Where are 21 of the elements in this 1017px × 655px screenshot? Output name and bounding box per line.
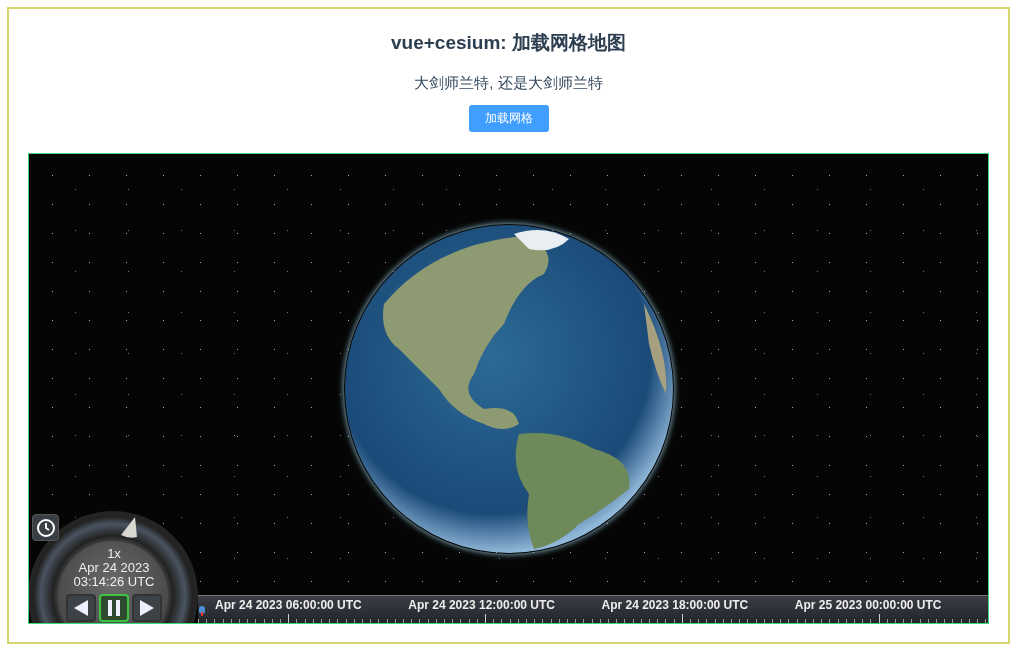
timeline-label: Apr 24 2023 12:00:00 UTC [408, 599, 556, 612]
reverse-button[interactable] [66, 594, 96, 622]
timeline-bar[interactable]: Apr 24 2023 06:00:00 UTC Apr 24 2023 12:00:00 UTC Apr 24 2023 18:00:00 UTC Apr 25 2023 00:00:00 UTC [198, 595, 988, 623]
date-text: Apr 24 2023 [77, 561, 151, 575]
timeline-label: Apr 24 2023 06:00:00 UTC [215, 599, 363, 612]
left-triangle-icon [74, 600, 88, 616]
timeline-label: Apr 24 2023 18:00:00 UTC [601, 599, 750, 612]
clock-button[interactable] [32, 514, 59, 541]
play-button[interactable] [132, 594, 162, 622]
speed-text: 1x [106, 547, 122, 561]
dial-needle-icon[interactable] [121, 517, 137, 539]
time-text: 03:14:26 UTC [72, 575, 156, 589]
page-title: vue+cesium: 加载网格地图 [391, 31, 626, 55]
pause-button[interactable] [99, 594, 129, 622]
page-subtitle: 大剑师兰特, 还是大剑师兰特 [414, 73, 603, 93]
time-marker-icon[interactable] [199, 606, 205, 616]
pause-icon [108, 600, 120, 616]
timeline-label: Apr 25 2023 00:00:00 UTC [794, 599, 943, 612]
clock-icon [35, 517, 56, 538]
map-viewer[interactable]: 1x Apr 24 2023 03:14:26 UTC Apr 24 2023 06:00:00 UTC Apr 24 2023 12:00:00 UTC Apr 24 2023 18:00:00 UTC Apr 25 2023 00:00:00 UTC [28, 153, 989, 624]
right-triangle-icon [140, 600, 154, 616]
